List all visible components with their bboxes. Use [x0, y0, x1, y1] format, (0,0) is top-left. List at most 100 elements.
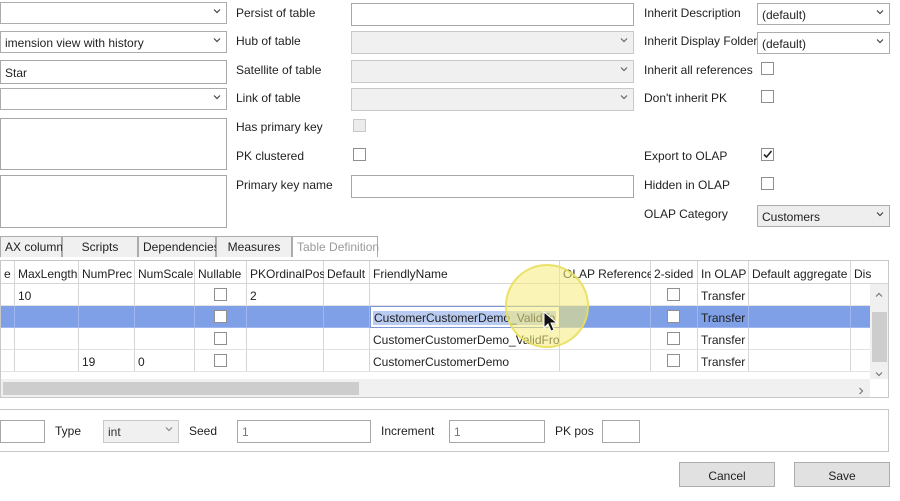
cell-dis[interactable]: [851, 284, 870, 306]
satellite-combo[interactable]: [351, 60, 634, 83]
table-row[interactable]: CustomerCustomerDemo_ValidFrom Transfer: [1, 328, 870, 350]
save-button[interactable]: Save: [794, 462, 890, 487]
cell-in-olap[interactable]: Transfer: [698, 350, 749, 372]
cell-default-aggregate[interactable]: [749, 328, 851, 350]
nullable-checkbox[interactable]: [214, 332, 227, 345]
col-header-pkordinalpos[interactable]: PKOrdinalPos: [247, 261, 325, 283]
table-row[interactable]: 19 0 CustomerCustomerDemo Transfer: [1, 350, 870, 372]
cell-e[interactable]: [1, 284, 15, 306]
tab-ax-columns[interactable]: AX columns: [0, 236, 69, 257]
tab-scripts[interactable]: Scripts: [62, 236, 138, 257]
cell-olap-reference[interactable]: [560, 350, 651, 372]
horizontal-scroll-thumb[interactable]: [3, 382, 359, 395]
cell-in-olap[interactable]: Transfer: [698, 284, 749, 306]
hidden-olap-checkbox[interactable]: [761, 177, 774, 190]
schema-field[interactable]: Star: [0, 60, 227, 84]
cell-default[interactable]: [324, 350, 370, 372]
cell-2-sided[interactable]: [651, 284, 698, 306]
vertical-scrollbar[interactable]: [870, 284, 888, 379]
cell-default[interactable]: [324, 306, 370, 328]
cell-e[interactable]: [1, 306, 15, 328]
table-row[interactable]: CustomerCustomerDemo_ValidTo Transfer: [1, 306, 870, 328]
tab-measures[interactable]: Measures: [216, 236, 292, 257]
inherit-description-combo[interactable]: (default): [757, 3, 890, 25]
nullable-checkbox[interactable]: [214, 354, 227, 367]
two-sided-checkbox[interactable]: [667, 332, 680, 345]
inherit-refs-checkbox[interactable]: [761, 62, 774, 75]
col-header-default-aggregate[interactable]: Default aggregate: [749, 261, 851, 283]
cell-nullable[interactable]: [195, 328, 247, 350]
left-combo-1[interactable]: [0, 2, 227, 24]
horizontal-scrollbar[interactable]: [1, 379, 870, 397]
cell-2-sided[interactable]: [651, 328, 698, 350]
cell-numscale[interactable]: [135, 284, 195, 306]
type-combo[interactable]: int: [103, 420, 179, 443]
table-type-combo[interactable]: imension view with history: [0, 31, 227, 53]
cell-numscale[interactable]: [135, 328, 195, 350]
persist-field[interactable]: [351, 3, 634, 26]
two-sided-checkbox[interactable]: [667, 310, 680, 323]
cell-dis[interactable]: [851, 306, 870, 328]
cell-in-olap[interactable]: Transfer: [698, 306, 749, 328]
pk-name-field[interactable]: [351, 175, 634, 198]
scroll-right-icon[interactable]: [857, 384, 865, 397]
export-olap-checkbox[interactable]: [761, 148, 774, 161]
col-header-2-sided[interactable]: 2-sided: [651, 261, 698, 283]
cell-numprec[interactable]: [79, 306, 135, 328]
cell-pkordinalpos[interactable]: [247, 306, 324, 328]
cell-e[interactable]: [1, 350, 15, 372]
pk-pos-field[interactable]: [602, 420, 640, 443]
cell-nullable[interactable]: [195, 284, 247, 306]
cell-pkordinalpos[interactable]: 2: [247, 284, 324, 306]
cell-numscale[interactable]: 0: [135, 350, 195, 372]
cell-default[interactable]: [324, 284, 370, 306]
left-combo-4[interactable]: [0, 88, 227, 110]
cell-numprec[interactable]: [79, 328, 135, 350]
col-header-default[interactable]: Default: [324, 261, 370, 283]
col-header-maxlength[interactable]: MaxLength: [15, 261, 79, 283]
cell-dis[interactable]: [851, 350, 870, 372]
vertical-scroll-thumb[interactable]: [872, 312, 887, 362]
cell-default-aggregate[interactable]: [749, 306, 851, 328]
scroll-up-icon[interactable]: [875, 288, 883, 302]
cell-maxlength[interactable]: [15, 328, 79, 350]
nullable-checkbox[interactable]: [214, 310, 227, 323]
cell-pkordinalpos[interactable]: [247, 328, 324, 350]
cell-default-aggregate[interactable]: [749, 350, 851, 372]
olap-category-combo[interactable]: Customers: [757, 205, 890, 227]
link-combo[interactable]: [351, 88, 634, 111]
cell-in-olap[interactable]: Transfer: [698, 328, 749, 350]
col-header-dis[interactable]: Dis: [851, 261, 881, 283]
cell-pkordinalpos[interactable]: [247, 350, 324, 372]
cell-numscale[interactable]: [135, 306, 195, 328]
cancel-button[interactable]: Cancel: [679, 462, 775, 487]
table-row[interactable]: 10 2 Transfer: [1, 284, 870, 306]
nullable-checkbox[interactable]: [214, 288, 227, 301]
cell-maxlength[interactable]: [15, 350, 79, 372]
cell-numprec[interactable]: [79, 284, 135, 306]
col-header-numscale[interactable]: NumScale: [135, 261, 195, 283]
scroll-down-icon[interactable]: [875, 367, 883, 381]
col-header-in-olap[interactable]: In OLAP: [698, 261, 749, 283]
cell-numprec[interactable]: 19: [79, 350, 135, 372]
two-sided-checkbox[interactable]: [667, 354, 680, 367]
dont-inherit-pk-checkbox[interactable]: [761, 90, 774, 103]
cell-2-sided[interactable]: [651, 306, 698, 328]
identity-left-field[interactable]: [0, 420, 45, 443]
has-pk-checkbox[interactable]: [353, 119, 366, 132]
cell-2-sided[interactable]: [651, 350, 698, 372]
inherit-folder-combo[interactable]: (default): [757, 32, 890, 54]
cell-e[interactable]: [1, 328, 15, 350]
cell-nullable[interactable]: [195, 306, 247, 328]
tab-dependencies[interactable]: Dependencies: [138, 236, 220, 257]
col-header-nullable[interactable]: Nullable: [195, 261, 247, 283]
cell-nullable[interactable]: [195, 350, 247, 372]
col-header-e[interactable]: e: [1, 261, 15, 283]
increment-field[interactable]: 1: [449, 420, 545, 443]
cell-default[interactable]: [324, 328, 370, 350]
cell-dis[interactable]: [851, 328, 870, 350]
tab-table-definition[interactable]: Table Definition: [292, 236, 379, 257]
cell-maxlength[interactable]: 10: [15, 284, 79, 306]
cell-friendlyname[interactable]: CustomerCustomerDemo: [370, 350, 560, 372]
col-header-numprec[interactable]: NumPrec: [79, 261, 135, 283]
